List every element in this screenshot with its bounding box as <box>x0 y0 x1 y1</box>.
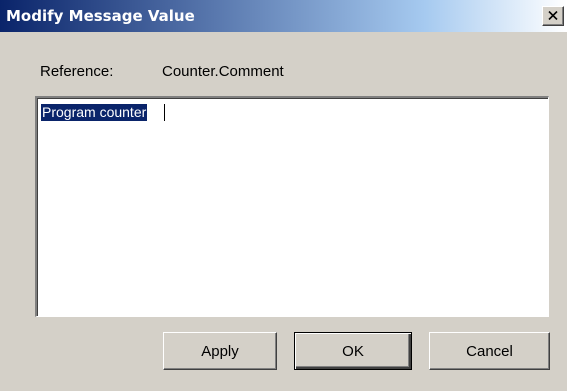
close-button[interactable] <box>542 6 564 26</box>
modify-message-dialog: Modify Message Value Reference: Counter.… <box>0 0 567 391</box>
title-bar[interactable]: Modify Message Value <box>0 0 567 32</box>
reference-value: Counter.Comment <box>162 63 284 80</box>
apply-button[interactable]: Apply <box>163 332 277 370</box>
text-caret <box>164 104 165 121</box>
selected-message-text[interactable]: Program counter <box>41 104 148 121</box>
window-title: Modify Message Value <box>6 7 195 25</box>
close-icon <box>548 11 558 20</box>
cancel-button[interactable]: Cancel <box>429 332 550 370</box>
reference-label: Reference: <box>40 63 114 80</box>
ok-button[interactable]: OK <box>294 332 412 370</box>
message-value-textarea[interactable]: Program counter <box>35 96 549 317</box>
